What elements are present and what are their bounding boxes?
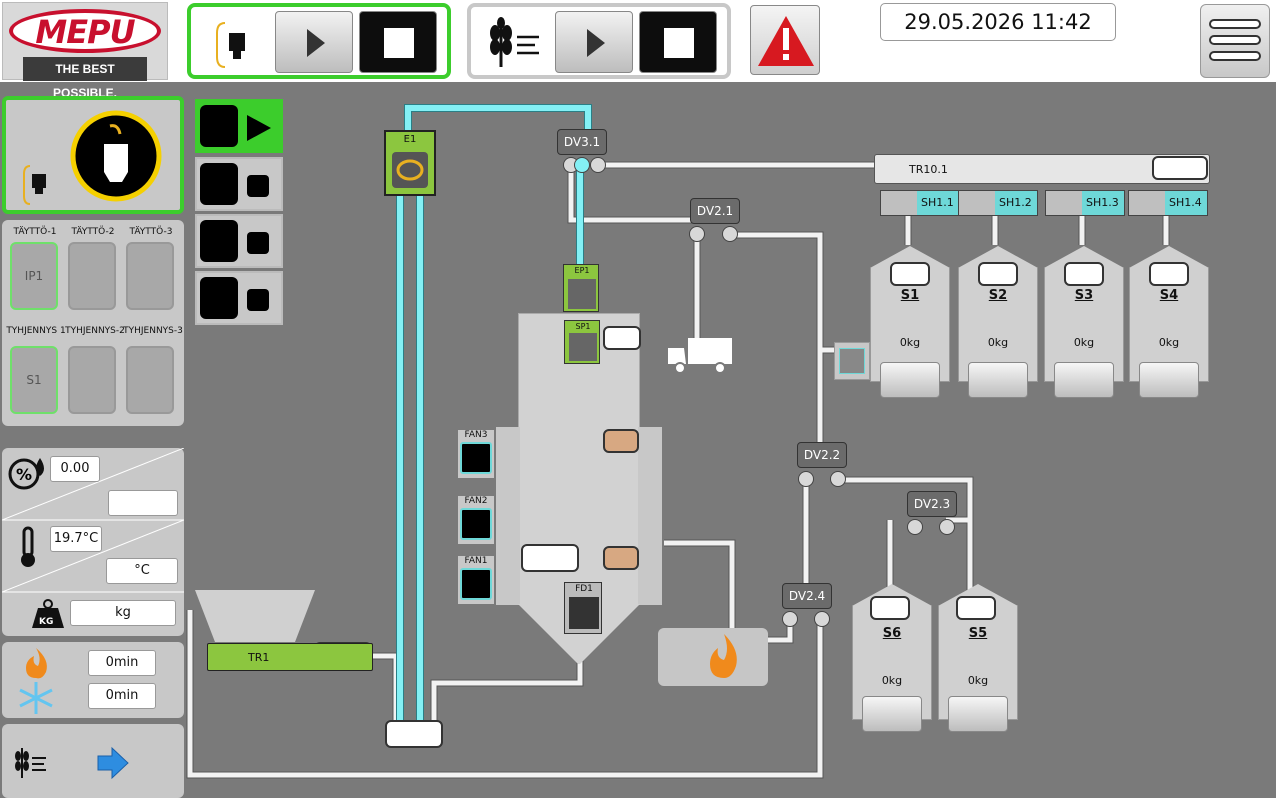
shutter-label: SH1.4 [1169,196,1202,209]
silo-level-sensor[interactable] [978,262,1018,286]
silo-weight: 0kg [1158,336,1180,349]
silo-report-button[interactable] [948,696,1008,732]
elevator-bottom-sensor[interactable] [385,720,443,748]
sp1-sensor[interactable]: SP1 [564,320,600,364]
fan-icon [460,508,492,540]
flame-icon [710,634,737,678]
shutter-icon [881,191,917,215]
dryer-temp-sensor-top[interactable] [603,429,639,453]
pipe-node [782,611,798,627]
pipe-node [689,226,705,242]
silo-report-button[interactable] [968,362,1028,398]
truck-icon [668,338,732,374]
fan3-label: FAN3 [464,430,488,440]
silo-s2[interactable]: S2 0kg [958,246,1038,406]
silo-level-sensor[interactable] [956,596,996,620]
dryer-left-wing [496,427,520,605]
pipe-node [722,226,738,242]
tr1-conveyor[interactable]: TR1 [207,643,373,671]
pipe-node [939,519,955,535]
shutter-icon [1046,191,1082,215]
dryer-level-sensor[interactable] [521,544,579,572]
fan-icon [460,442,492,474]
pipe-node [798,471,814,487]
intake-hopper [195,590,315,642]
silo-level-sensor[interactable] [870,596,910,620]
silo-level-sensor[interactable] [1064,262,1104,286]
valve-dv2-2[interactable]: DV2.2 [797,442,847,468]
valve-dv3-1[interactable]: DV3.1 [557,129,607,155]
diverter-icon [568,279,596,309]
fan1[interactable]: FAN1 [458,556,494,604]
valve-dv2-3[interactable]: DV2.3 [907,491,957,517]
valve-dv2-1[interactable]: DV2.1 [690,198,740,224]
fan2-label: FAN2 [464,496,488,506]
fan3[interactable]: FAN3 [458,430,494,478]
pipe-node [574,157,590,173]
shutter-label: SH1.2 [999,196,1032,209]
tr10-1-label: TR10.1 [909,163,948,176]
dryer-right-wing [638,427,662,605]
fan2[interactable]: FAN2 [458,496,494,544]
feeder-icon [569,597,599,629]
silo-s4[interactable]: S4 0kg [1129,246,1209,406]
shutter-label: SH1.1 [921,196,954,209]
sp1-level-sensor[interactable] [603,326,641,350]
sp1-label: SP1 [575,322,591,331]
power-icon [569,333,597,361]
elevator-rotate-icon [392,152,428,188]
silo-name: S4 [1159,288,1179,303]
elevator-e1[interactable]: E1 [384,130,436,196]
silo-report-button[interactable] [1054,362,1114,398]
silo-report-button[interactable] [1139,362,1199,398]
silo-weight: 0kg [987,336,1009,349]
fd1-label: FD1 [575,584,593,594]
silo-s1[interactable]: S1 0kg [870,246,950,406]
silo-report-button[interactable] [862,696,922,732]
tr1-label: TR1 [248,651,270,664]
shutter-sh1-2[interactable]: SH1.2 [958,190,1038,216]
elevator-label: E1 [403,134,417,145]
shutter-sh1-1[interactable]: SH1.1 [880,190,960,216]
tr10-level-sensor[interactable] [1152,156,1208,180]
shutter-label: SH1.3 [1086,196,1119,209]
silo-level-sensor[interactable] [890,262,930,286]
silo-s3[interactable]: S3 0kg [1044,246,1124,406]
shutter-sh1-3[interactable]: SH1.3 [1045,190,1125,216]
silo-weight: 0kg [899,336,921,349]
fan1-label: FAN1 [464,556,488,566]
ep1-valve[interactable]: EP1 [563,264,599,312]
silo-s6[interactable]: S6 0kg [852,584,932,742]
truck-load-box[interactable] [834,342,870,380]
ep1-label: EP1 [574,266,590,275]
silo-level-sensor[interactable] [1149,262,1189,286]
shutter-sh1-4[interactable]: SH1.4 [1128,190,1208,216]
silo-name: S1 [900,288,920,303]
silo-name: S2 [988,288,1008,303]
fd1-feeder[interactable]: FD1 [564,582,602,634]
truck-load-indicator [839,348,865,374]
silo-weight: 0kg [881,674,903,687]
valve-dv2-4[interactable]: DV2.4 [782,583,832,609]
silo-s5[interactable]: S5 0kg [938,584,1018,742]
pipe-node [814,611,830,627]
silo-weight: 0kg [1073,336,1095,349]
silo-name: S6 [882,626,902,641]
silo-name: S3 [1074,288,1094,303]
shutter-icon [1129,191,1165,215]
burner[interactable] [658,628,768,686]
shutter-icon [959,191,995,215]
dryer-temp-sensor-bottom[interactable] [603,546,639,570]
fan-icon [460,568,492,600]
silo-report-button[interactable] [880,362,940,398]
pipe-node [830,471,846,487]
silo-name: S5 [968,626,988,641]
silo-weight: 0kg [967,674,989,687]
pipe-node [590,157,606,173]
pipe-node [907,519,923,535]
